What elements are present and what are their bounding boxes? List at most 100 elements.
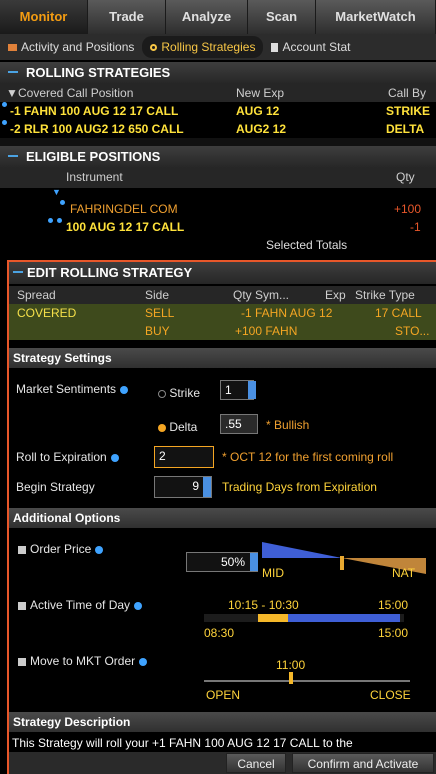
subtab-activity[interactable]: Activity and Positions xyxy=(0,36,142,58)
delta-radio-label: Delta xyxy=(169,420,198,434)
col-instrument[interactable]: Instrument xyxy=(66,168,123,186)
edit-column-header: Spread Side Qty Sym... Exp Strike Type xyxy=(9,286,436,304)
row-marker-icon xyxy=(48,218,53,223)
col-covered-call-position[interactable]: Covered Call Position xyxy=(18,84,133,102)
table-row[interactable]: COVERED SELL -1 FAHN AUG 12 17 CALL xyxy=(9,304,436,322)
mkt-label: Move to MKT Order xyxy=(30,654,136,668)
checkbox-checked-icon[interactable] xyxy=(18,545,26,554)
row-new-exp: AUG2 12 xyxy=(236,122,287,136)
expand-arrow-icon[interactable]: ▼ xyxy=(52,188,62,197)
row-instrument: FAHRINGDEL COM xyxy=(70,202,178,216)
col-qty-sym[interactable]: Qty Sym... xyxy=(233,286,289,304)
slider-handle[interactable] xyxy=(340,556,344,570)
delta-input[interactable]: .55 xyxy=(220,414,258,434)
table-row[interactable]: -2 RLR 100 AUG2 12 650 CALL AUG2 12 DELT… xyxy=(0,120,436,138)
tab-trade[interactable]: Trade xyxy=(88,0,166,34)
folder-icon xyxy=(8,43,17,51)
row-side: BUY xyxy=(145,324,170,338)
order-price-stepper-arrows[interactable] xyxy=(250,553,258,571)
radio-unselected-icon[interactable] xyxy=(158,389,166,398)
roll-to-expiration-input[interactable]: 2 xyxy=(154,446,214,468)
begin-value: 9 xyxy=(192,479,199,493)
collapse-icon[interactable] xyxy=(13,271,23,273)
strike-value: 1 xyxy=(225,383,232,397)
selected-totals-label: Selected Totals xyxy=(266,238,348,252)
checkbox-checked-icon[interactable] xyxy=(18,601,26,610)
rolling-strategies-header[interactable]: ROLLING STRATEGIES xyxy=(0,62,436,84)
document-icon xyxy=(271,42,279,52)
row-strike-type: 17 CALL xyxy=(375,306,422,320)
nat-label: NAT xyxy=(392,566,416,580)
col-qty[interactable]: Qty xyxy=(396,168,415,186)
subtab-account[interactable]: Account Stat xyxy=(263,36,358,58)
rolling-column-header: ▼ Covered Call Position New Exp Call By xyxy=(0,84,436,102)
active-time-selected[interactable] xyxy=(258,614,288,622)
row-instrument: 100 AUG 12 17 CALL xyxy=(66,220,185,234)
col-spread[interactable]: Spread xyxy=(17,286,56,304)
eligible-positions-header[interactable]: ELIGIBLE POSITIONS xyxy=(0,146,436,168)
row-qty: -1 xyxy=(410,220,421,234)
info-icon[interactable] xyxy=(134,601,143,610)
collapse-icon[interactable] xyxy=(8,71,18,73)
row-strike-type: STO... xyxy=(395,324,430,338)
begin-strategy-label: Begin Strategy xyxy=(16,480,95,494)
row-marker-icon xyxy=(57,218,62,223)
strike-radio[interactable]: Strike xyxy=(158,386,200,400)
move-to-mkt-option[interactable]: Move to MKT Order xyxy=(18,654,148,668)
additional-options-header: Additional Options xyxy=(9,508,436,528)
tab-marketwatch[interactable]: MarketWatch xyxy=(316,0,436,34)
info-icon[interactable] xyxy=(110,453,119,462)
subtab-rolling[interactable]: Rolling Strategies xyxy=(142,36,264,58)
radio-selected-icon[interactable] xyxy=(158,423,166,432)
order-price-option[interactable]: Order Price xyxy=(18,542,104,556)
rolling-strategies-title: ROLLING STRATEGIES xyxy=(26,65,171,80)
mkt-handle[interactable] xyxy=(289,672,293,684)
row-qty-sym: -1 FAHN AUG 12 xyxy=(241,306,333,320)
table-row[interactable]: BUY +100 FAHN STO... xyxy=(9,322,436,340)
strike-stepper-arrows[interactable] xyxy=(248,381,256,399)
close-label: CLOSE xyxy=(370,688,411,702)
active-time-end-top: 15:00 xyxy=(378,598,409,612)
info-icon[interactable] xyxy=(95,545,104,554)
order-price-value: 50% xyxy=(220,555,245,569)
col-call-by[interactable]: Call By xyxy=(388,84,426,102)
tab-scan[interactable]: Scan xyxy=(248,0,316,34)
confirm-activate-button[interactable]: Confirm and Activate xyxy=(292,753,434,773)
tab-analyze[interactable]: Analyze xyxy=(166,0,248,34)
open-label: OPEN xyxy=(206,688,241,702)
begin-stepper-arrows[interactable] xyxy=(203,477,211,497)
cancel-button[interactable]: Cancel xyxy=(226,753,286,773)
col-exp[interactable]: Exp xyxy=(325,286,346,304)
sub-tab-bar: Activity and Positions Rolling Strategie… xyxy=(0,34,436,60)
row-position: -1 FAHN 100 AUG 12 17 CALL xyxy=(10,104,179,118)
col-side[interactable]: Side xyxy=(145,286,169,304)
table-row[interactable]: -1 FAHN 100 AUG 12 17 CALL AUG 12 STRIKE xyxy=(0,102,436,120)
mid-label: MID xyxy=(262,566,284,580)
row-position: -2 RLR 100 AUG2 12 650 CALL xyxy=(10,122,184,136)
edit-strategy-title: EDIT ROLLING STRATEGY xyxy=(27,265,193,280)
mkt-track[interactable] xyxy=(204,680,410,682)
col-new-exp[interactable]: New Exp xyxy=(236,84,284,102)
tab-monitor[interactable]: Monitor xyxy=(0,0,88,34)
order-price-stepper[interactable]: 50% xyxy=(186,552,258,572)
delta-radio[interactable]: Delta xyxy=(158,420,197,434)
info-icon[interactable] xyxy=(139,657,148,666)
roll-note: * OCT 12 for the first coming roll xyxy=(222,450,394,464)
checkbox-checked-icon[interactable] xyxy=(18,657,26,666)
sort-desc-icon[interactable]: ▼ xyxy=(6,84,18,102)
active-time-label: Active Time of Day xyxy=(30,598,131,612)
edit-strategy-header[interactable]: EDIT ROLLING STRATEGY xyxy=(9,262,436,284)
active-time-option[interactable]: Active Time of Day xyxy=(18,598,143,612)
active-time-remaining xyxy=(288,614,400,622)
strike-radio-label: Strike xyxy=(169,386,201,400)
row-qty: +100 xyxy=(394,202,422,216)
col-strike-type[interactable]: Strike Type xyxy=(355,286,415,304)
collapse-icon[interactable] xyxy=(8,155,18,157)
info-icon[interactable] xyxy=(120,385,129,394)
strategy-description-header: Strategy Description xyxy=(9,712,436,732)
active-time-range: 10:15 - 10:30 xyxy=(228,598,299,612)
table-row[interactable]: 100 AUG 12 17 CALL -1 xyxy=(0,218,436,236)
active-time-track[interactable] xyxy=(204,614,404,622)
roll-value: 2 xyxy=(159,449,166,463)
table-row[interactable]: FAHRINGDEL COM +100 xyxy=(0,200,436,218)
